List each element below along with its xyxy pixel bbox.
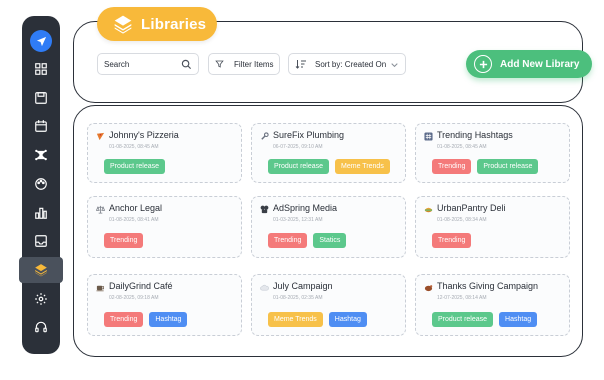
search-input[interactable] <box>104 59 180 69</box>
library-name: Johnny's Pizzeria <box>109 130 179 140</box>
deli-icon <box>424 207 433 213</box>
library-date: 01-08-2025, 08:45 AM <box>109 144 159 150</box>
tag-badge: Product release <box>268 159 330 174</box>
sidebar-item-dashboard[interactable] <box>28 56 54 82</box>
tag-badge: Trending <box>432 233 472 248</box>
tag-badge: Statics <box>313 233 347 248</box>
turkey-icon <box>424 285 433 292</box>
library-date: 01-08-2025, 08:41 AM <box>109 217 159 223</box>
library-card[interactable]: UrbanPantry Deli 01-08-2025, 08:34 AM Tr… <box>415 196 570 258</box>
search-icon[interactable] <box>181 59 192 70</box>
sort-dropdown[interactable]: Sort by: Created On <box>288 53 406 75</box>
library-date: 01-03-2025, 12:31 AM <box>273 217 323 223</box>
library-name: UrbanPantry Deli <box>437 203 506 213</box>
add-library-label: Add New Library <box>500 58 580 70</box>
tag-badge: Product release <box>104 159 166 174</box>
library-card[interactable]: DailyGrind Café 02-08-2025, 09:18 AM Tre… <box>87 274 242 336</box>
library-date: 01-08-2025, 02:35 AM <box>273 295 323 301</box>
layers-icon <box>114 15 132 34</box>
tag-badge: Trending <box>104 312 144 327</box>
wrench-icon <box>261 132 269 140</box>
sort-icon <box>295 60 306 69</box>
library-date: 01-08-2025, 08:34 AM <box>437 217 487 223</box>
tag-badge: Meme Trends <box>268 312 323 327</box>
tag-badge: Meme Trends <box>335 159 390 174</box>
tag-badge: Trending <box>268 233 308 248</box>
headset-icon <box>35 321 47 333</box>
coffee-icon <box>96 285 105 292</box>
palette-icon <box>35 178 47 190</box>
sort-label: Sort by: Created On <box>315 59 387 69</box>
media-icon <box>260 205 269 214</box>
sidebar-item-drafts[interactable] <box>28 85 54 111</box>
grid-icon <box>35 63 47 75</box>
tag-badge: Product release <box>477 159 539 174</box>
library-name: AdSpring Media <box>273 203 338 213</box>
add-library-button[interactable]: Add New Library <box>466 50 592 78</box>
library-name: SureFix Plumbing <box>273 130 345 140</box>
library-card[interactable]: Johnny's Pizzeria 01-08-2025, 08:45 AM P… <box>87 123 242 183</box>
send-icon <box>36 36 46 46</box>
sidebar-item-settings[interactable] <box>28 286 54 312</box>
library-card[interactable]: Anchor Legal 01-08-2025, 08:41 AM Trendi… <box>87 196 242 258</box>
gear-icon <box>35 293 47 305</box>
chevron-down-icon <box>391 63 398 68</box>
library-name: Thanks Giving Campaign <box>437 281 539 291</box>
tag-badge: Hashtag <box>149 312 188 327</box>
library-name: July Campaign <box>273 281 333 291</box>
library-date: 12-07-2025, 08:14 AM <box>437 295 487 301</box>
save-icon <box>35 92 47 104</box>
library-card[interactable]: AdSpring Media 01-03-2025, 12:31 AM Tren… <box>251 196 406 258</box>
filter-label: Filter Items <box>234 59 274 69</box>
sidebar-item-inbox[interactable] <box>28 228 54 254</box>
bar-chart-icon <box>35 207 47 219</box>
library-card[interactable]: Thanks Giving Campaign 12-07-2025, 08:14… <box>415 274 570 336</box>
sidebar-item-design[interactable] <box>28 171 54 197</box>
filter-button[interactable]: Filter Items <box>208 53 280 75</box>
sidebar <box>19 16 63 354</box>
tag-badge: Product release <box>432 312 494 327</box>
inbox-icon <box>35 235 47 247</box>
tag-badge: Hashtag <box>499 312 538 327</box>
tag-badge: Trending <box>432 159 472 174</box>
sidebar-item-support[interactable] <box>28 314 54 340</box>
scales-icon <box>96 205 105 214</box>
sidebar-item-calendar[interactable] <box>28 113 54 139</box>
page-title-badge: Libraries <box>97 7 217 41</box>
sidebar-item-libraries[interactable] <box>19 257 63 283</box>
library-date: 01-08-2025, 08:45 AM <box>437 144 487 150</box>
network-icon <box>35 149 47 161</box>
sidebar-item-analytics[interactable] <box>28 200 54 226</box>
library-card[interactable]: SureFix Plumbing 06-07-2025, 09:10 AM Pr… <box>251 123 406 183</box>
calendar-icon <box>35 120 47 132</box>
library-name: Trending Hashtags <box>437 130 513 140</box>
search-box <box>97 53 199 75</box>
tag-badge: Hashtag <box>328 312 367 327</box>
layers-icon <box>35 264 47 277</box>
filter-icon <box>215 60 224 68</box>
cloud-icon <box>260 284 269 291</box>
library-card[interactable]: Trending Hashtags 01-08-2025, 08:45 AM T… <box>415 123 570 183</box>
hashtag-icon <box>424 132 433 141</box>
library-name: DailyGrind Café <box>109 281 173 291</box>
pizza-icon <box>96 132 105 141</box>
sidebar-item-network[interactable] <box>28 142 54 168</box>
sidebar-item-send[interactable] <box>30 30 52 52</box>
plus-icon <box>474 55 492 73</box>
library-date: 02-08-2025, 09:18 AM <box>109 295 159 301</box>
library-card[interactable]: July Campaign 01-08-2025, 02:35 AM Meme … <box>251 274 406 336</box>
tag-badge: Trending <box>104 233 144 248</box>
library-name: Anchor Legal <box>109 203 163 213</box>
page-title: Libraries <box>141 15 207 33</box>
library-date: 06-07-2025, 09:10 AM <box>273 144 323 150</box>
